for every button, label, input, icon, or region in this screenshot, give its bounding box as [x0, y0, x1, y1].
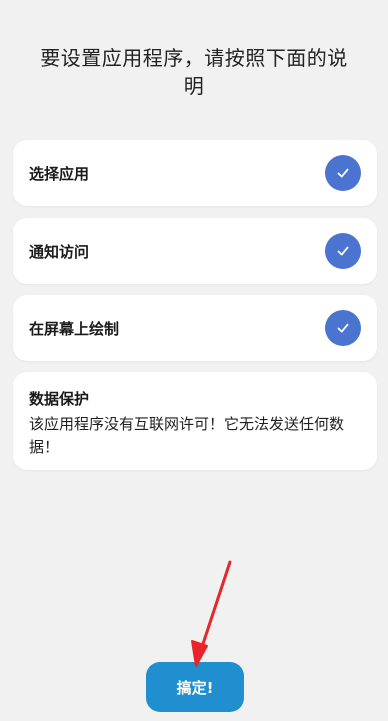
- data-protection-text: 该应用程序没有互联网许可！它无法发送任何数据！: [29, 415, 345, 456]
- page-title: 要设置应用程序，请按照下面的说明: [40, 46, 348, 98]
- permission-label: 在屏幕上绘制: [29, 319, 120, 338]
- checkmark-icon: [325, 310, 361, 346]
- data-protection-title: 数据保护: [29, 390, 90, 408]
- checkmark-icon: [325, 155, 361, 191]
- permission-label: 选择应用: [29, 164, 90, 183]
- permission-draw-over-apps[interactable]: 在屏幕上绘制: [13, 295, 377, 361]
- ok-button[interactable]: 搞定!: [146, 662, 244, 712]
- permission-select-app[interactable]: 选择应用: [13, 140, 377, 206]
- data-protection-card: 数据保护 该应用程序没有互联网许可！它无法发送任何数据！: [13, 372, 377, 470]
- permission-label: 通知访问: [29, 242, 90, 261]
- permission-notification-access[interactable]: 通知访问: [13, 218, 377, 284]
- checkmark-icon: [325, 233, 361, 269]
